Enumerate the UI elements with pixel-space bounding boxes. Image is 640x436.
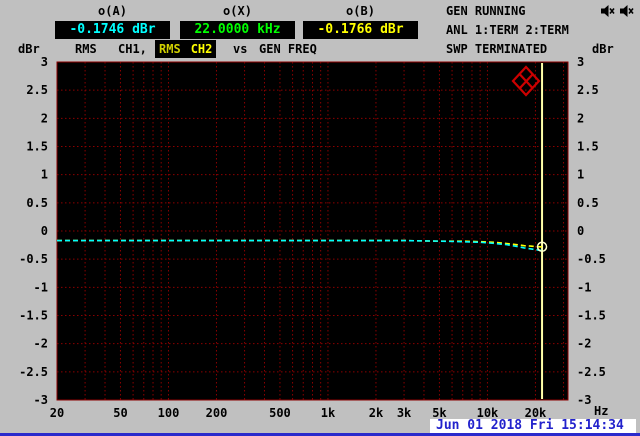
y-tick-label: 2	[41, 111, 48, 125]
generator-status: GEN RUNNING	[446, 4, 526, 18]
y-unit-right: dBr	[592, 42, 614, 56]
x-tick-label: 1k	[321, 406, 336, 420]
meter-x-title: o(X)	[223, 4, 252, 18]
x-tick-label: 200	[206, 406, 228, 420]
meter-b-readout: -0.1766 dBr	[303, 21, 418, 39]
x-tick-label: 500	[269, 406, 291, 420]
x-axis-name: GEN FREQ	[259, 42, 317, 56]
y-tick-label: -2	[577, 337, 591, 351]
y-tick-label: -1	[577, 280, 591, 294]
analyzer-status: ANL 1:TERM 2:TERM	[446, 23, 569, 37]
y-tick-label: 2	[577, 111, 584, 125]
y-tick-label: 2.5	[577, 83, 599, 97]
ch2-name-label: CH2	[190, 42, 213, 56]
x-tick-label: 3k	[397, 406, 412, 420]
y-tick-label: 0.5	[577, 196, 599, 210]
ch2-highlight-label: RMS CH2	[155, 40, 217, 58]
meter-b-title: o(B)	[346, 4, 375, 18]
ch1-name-label: CH1,	[118, 42, 147, 56]
x-tick-label: 20	[50, 406, 64, 420]
y-tick-label: -0.5	[577, 252, 606, 266]
sweep-status: SWP TERMINATED	[446, 42, 548, 56]
x-tick-label: 100	[158, 406, 180, 420]
x-tick-label: 50	[113, 406, 127, 420]
ap-analyzer-panel: -3 -3 -2.5 -2.5 -2 -2 -1.5 -1.5 -1 -1 -0.5 -0.5 0 0 0.…	[0, 0, 640, 436]
y-tick-label: -0.5	[19, 252, 48, 266]
speaker-x-glyph	[601, 5, 615, 17]
y-tick-label: -2.5	[19, 365, 48, 379]
datetime-strip: Jun 01 2018 Fri 15:14:34	[430, 419, 636, 433]
x-unit-label: Hz	[594, 404, 609, 418]
y-tick-label: 1	[41, 168, 48, 182]
vs-label: vs	[233, 42, 248, 56]
y-tick-label: 2.5	[26, 83, 48, 97]
x-tick-label: 2k	[369, 406, 384, 420]
y-tick-label: 0.5	[26, 196, 48, 210]
y-tick-label: 0	[577, 224, 584, 238]
y-tick-label: -3	[34, 393, 48, 407]
y-tick-label: 1	[577, 168, 584, 182]
y-tick-label: 1.5	[577, 140, 599, 154]
y-tick-label: -3	[577, 393, 591, 407]
y-tick-label: -2.5	[577, 365, 606, 379]
y-tick-label: -1.5	[19, 309, 48, 323]
y-tick-label: 3	[41, 55, 48, 69]
meter-a-readout: -0.1746 dBr	[55, 21, 170, 39]
y-tick-label: 3	[577, 55, 584, 69]
y-unit-left: dBr	[18, 42, 40, 56]
y-tick-label: 1.5	[26, 140, 48, 154]
monitor-mute-left-icon[interactable]	[600, 3, 615, 22]
ch1-detector-label: RMS	[75, 42, 97, 56]
monitor-mute-right-icon[interactable]	[619, 3, 634, 22]
response-chart: -3 -3 -2.5 -2.5 -2 -2 -1.5 -1.5 -1 -1 -0.5 -0.5 0 0 0.…	[19, 55, 606, 420]
y-tick-label: -2	[34, 337, 48, 351]
y-tick-label: -1	[34, 280, 48, 294]
datetime-text: Jun 01 2018 Fri 15:14:34	[436, 418, 624, 433]
meter-a-title: o(A)	[98, 4, 127, 18]
meter-x-readout: 22.0000 kHz	[180, 21, 295, 39]
y-tick-label: -1.5	[577, 309, 606, 323]
y-tick-label: 0	[41, 224, 48, 238]
speaker-x-glyph	[620, 5, 634, 17]
ch2-detector-label: RMS	[159, 42, 181, 56]
